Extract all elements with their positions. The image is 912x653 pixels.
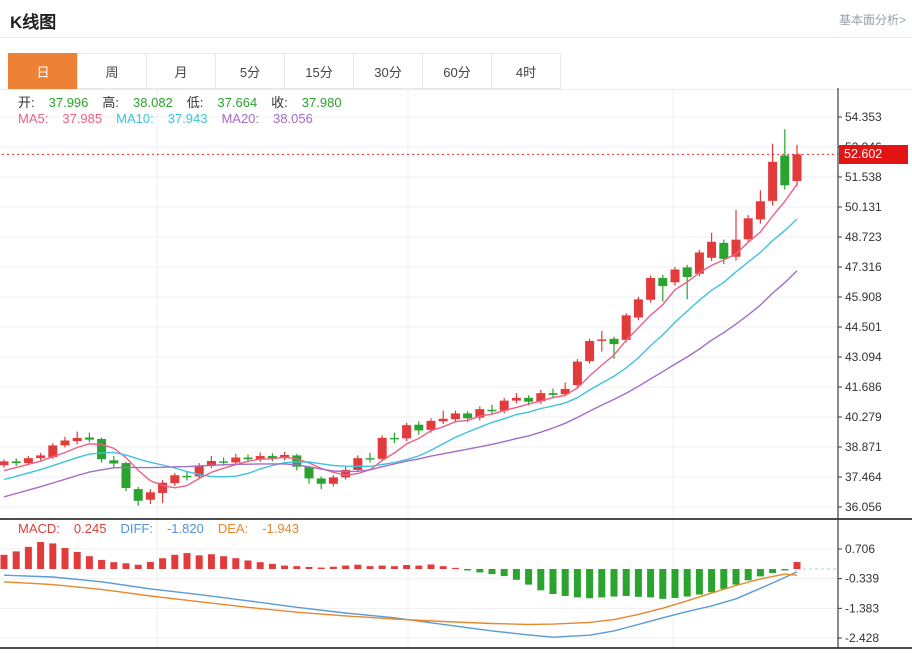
ma5-value-number: 37.985 xyxy=(62,111,102,126)
macd-value-number: 0.245 xyxy=(74,521,107,536)
open-value-number: 37.996 xyxy=(49,95,89,110)
tab-day[interactable]: 日 xyxy=(8,53,78,89)
macd-legend: MACD: 0.245 DIFF: -1.820 DEA: -1.943 xyxy=(18,521,313,536)
low-value-label: 低: xyxy=(187,95,204,110)
high-value-label: 高: xyxy=(102,95,119,110)
tab-60min[interactable]: 60分 xyxy=(422,53,492,89)
diff-value-number: -1.820 xyxy=(167,521,204,536)
ma5-value: MA5: 37.985 xyxy=(18,111,102,126)
svg-text:45.908: 45.908 xyxy=(845,290,882,304)
kline-chart-canvas[interactable]: 54.35352.94651.53850.13148.72347.31645.9… xyxy=(0,88,912,653)
tab-4hour[interactable]: 4时 xyxy=(491,53,561,89)
ma10-line xyxy=(4,219,797,479)
svg-text:40.279: 40.279 xyxy=(845,410,882,424)
svg-text:-1.383: -1.383 xyxy=(845,601,879,615)
low-value-number: 37.664 xyxy=(217,95,257,110)
interval-tabbar: 日周月5分15分30分60分4时 xyxy=(8,53,561,89)
close-value-number: 37.980 xyxy=(302,95,342,110)
ma10-value-label: MA10: xyxy=(116,111,154,126)
svg-text:41.686: 41.686 xyxy=(845,380,882,394)
svg-text:54.353: 54.353 xyxy=(845,110,882,124)
tab-5min[interactable]: 5分 xyxy=(215,53,285,89)
svg-text:-0.339: -0.339 xyxy=(845,572,879,586)
svg-text:47.316: 47.316 xyxy=(845,260,882,274)
ma10-value-number: 37.943 xyxy=(168,111,208,126)
svg-text:50.131: 50.131 xyxy=(845,200,882,214)
header-divider xyxy=(0,37,912,38)
svg-text:51.538: 51.538 xyxy=(845,170,882,184)
open-value-label: 开: xyxy=(18,95,35,110)
svg-text:-2.428: -2.428 xyxy=(845,631,879,645)
low-value: 低: 37.664 xyxy=(187,95,257,110)
dea-value-label: DEA: xyxy=(218,521,248,536)
close-value: 收: 37.980 xyxy=(271,95,341,110)
svg-text:48.723: 48.723 xyxy=(845,230,882,244)
svg-text:37.464: 37.464 xyxy=(845,470,882,484)
ohlc-legend: 开: 37.996 高: 38.082 低: 37.664 收: 37.980 xyxy=(18,92,356,111)
macd-value: MACD: 0.245 xyxy=(18,521,106,536)
ma-legend: MA5: 37.985 MA10: 37.943 MA20: 38.056 xyxy=(18,111,327,126)
ma5-value-label: MA5: xyxy=(18,111,48,126)
diff-value: DIFF: -1.820 xyxy=(120,521,203,536)
current-price-label: 52.602 xyxy=(839,145,908,164)
open-value: 开: 37.996 xyxy=(18,95,88,110)
fundamental-analysis-link[interactable]: 基本面分析> xyxy=(839,11,906,28)
high-value: 高: 38.082 xyxy=(102,95,172,110)
macd-histogram xyxy=(1,542,801,599)
svg-text:0.706: 0.706 xyxy=(845,542,875,556)
tab-month[interactable]: 月 xyxy=(146,53,216,89)
ma20-value-number: 38.056 xyxy=(273,111,313,126)
dea-value-number: -1.943 xyxy=(262,521,299,536)
high-value-number: 38.082 xyxy=(133,95,173,110)
tab-15min[interactable]: 15分 xyxy=(284,53,354,89)
svg-text:43.094: 43.094 xyxy=(845,350,882,364)
ma20-value: MA20: 38.056 xyxy=(221,111,312,126)
ma5-line xyxy=(4,184,797,488)
axis-tick-labels: 54.35352.94651.53850.13148.72347.31645.9… xyxy=(838,110,882,645)
diff-value-label: DIFF: xyxy=(120,521,153,536)
macd-value-label: MACD: xyxy=(18,521,60,536)
page-title: K线图 xyxy=(10,8,56,33)
svg-text:36.056: 36.056 xyxy=(845,500,882,514)
tab-week[interactable]: 周 xyxy=(77,53,147,89)
svg-text:44.501: 44.501 xyxy=(845,320,882,334)
svg-text:38.871: 38.871 xyxy=(845,440,882,454)
close-value-label: 收: xyxy=(271,95,288,110)
kline-chart-area[interactable]: 54.35352.94651.53850.13148.72347.31645.9… xyxy=(0,88,912,653)
ma20-line xyxy=(4,271,797,497)
ma20-value-label: MA20: xyxy=(221,111,259,126)
dea-value: DEA: -1.943 xyxy=(218,521,299,536)
ma10-value: MA10: 37.943 xyxy=(116,111,207,126)
tab-30min[interactable]: 30分 xyxy=(353,53,423,89)
